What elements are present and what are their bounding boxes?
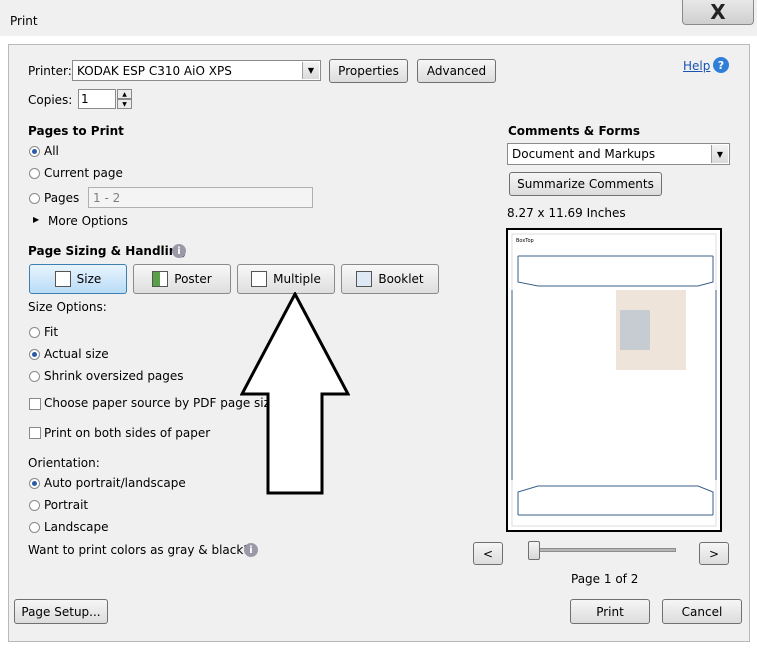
poster-button[interactable]: Poster [133,264,231,294]
cancel-button[interactable]: Cancel [662,599,742,624]
multiple-icon [251,271,268,287]
radio-portrait-label: Portrait [44,498,89,512]
chevron-down-icon: ▼ [302,62,319,79]
radio-current-page-label: Current page [44,166,123,180]
copies-down-icon[interactable]: ▼ [117,99,132,109]
orientation-label: Orientation: [28,456,100,470]
comments-select[interactable]: Document and Markups ▼ [507,143,730,165]
radio-pages-label: Pages [44,191,80,205]
title-bar [0,0,757,36]
info-icon[interactable]: i [172,244,186,258]
prev-page-button[interactable]: < [473,542,503,565]
poster-button-label: Poster [174,272,212,286]
page-sizing-heading: Page Sizing & Handling [28,244,186,258]
radio-pages[interactable] [29,193,40,204]
multiple-button-label: Multiple [273,272,321,286]
next-page-button[interactable]: > [699,542,729,565]
radio-actual-size-label: Actual size [44,347,109,361]
radio-all-label: All [44,144,59,158]
size-button-label: Size [76,272,102,286]
checkbox-paper-source[interactable] [29,398,41,410]
properties-button[interactable]: Properties [329,59,408,83]
radio-all[interactable] [29,146,40,157]
copies-label: Copies: [28,93,73,107]
help-icon[interactable]: ? [713,57,729,73]
radio-auto-orientation[interactable] [29,478,40,489]
multiple-button[interactable]: Multiple [237,264,335,294]
arrow-up-icon [240,292,350,495]
expand-triangle-icon[interactable]: ▶ [33,215,39,224]
print-preview: BoxTop [506,228,722,532]
printer-value: KODAK ESP C310 AiO XPS [77,63,232,78]
size-options-label: Size Options: [28,300,107,314]
booklet-button[interactable]: Booklet [341,264,439,294]
radio-fit[interactable] [29,327,40,338]
radio-fit-label: Fit [44,325,59,339]
size-icon [54,271,71,287]
radio-landscape-label: Landscape [44,520,109,534]
size-button[interactable]: Size [29,264,127,294]
checkbox-both-sides-label: Print on both sides of paper [44,426,211,440]
printer-select[interactable]: KODAK ESP C310 AiO XPS ▼ [72,60,321,81]
comments-value: Document and Markups [512,147,656,161]
pages-to-print-heading: Pages to Print [28,124,124,138]
poster-icon [152,271,169,287]
comments-forms-heading: Comments & Forms [508,124,640,138]
copies-up-icon[interactable]: ▲ [117,89,132,99]
booklet-button-label: Booklet [378,272,424,286]
info-icon[interactable]: i [244,543,258,557]
gray-question-label: Want to print colors as gray & black? [28,543,250,557]
help-link[interactable]: Help [683,59,710,73]
page-slider-track[interactable] [528,548,676,552]
page-setup-button[interactable]: Page Setup... [14,599,108,624]
radio-current-page[interactable] [29,168,40,179]
close-button[interactable]: X [682,0,754,25]
chevron-down-icon: ▼ [711,145,728,163]
page-size-text: 8.27 x 11.69 Inches [507,206,626,220]
booklet-icon [356,271,373,287]
close-icon: X [710,0,726,24]
summarize-comments-button[interactable]: Summarize Comments [509,172,662,196]
more-options-link[interactable]: More Options [48,214,128,228]
checkbox-both-sides[interactable] [29,427,41,439]
svg-text:BoxTop: BoxTop [516,238,534,244]
pages-range-input[interactable]: 1 - 2 [88,187,313,208]
radio-landscape[interactable] [29,522,40,533]
radio-shrink-label: Shrink oversized pages [44,369,184,383]
print-button[interactable]: Print [570,599,650,624]
radio-portrait[interactable] [29,500,40,511]
advanced-button[interactable]: Advanced [417,59,496,83]
page-slider-thumb[interactable] [528,541,540,560]
copies-input[interactable]: 1 [78,89,116,109]
window-title: Print [10,14,38,28]
page-count-text: Page 1 of 2 [571,572,639,586]
radio-actual-size[interactable] [29,349,40,360]
radio-shrink[interactable] [29,371,40,382]
preview-page-image: BoxTop [511,233,717,527]
printer-label: Printer: [28,64,72,78]
radio-auto-orientation-label: Auto portrait/landscape [44,476,186,490]
